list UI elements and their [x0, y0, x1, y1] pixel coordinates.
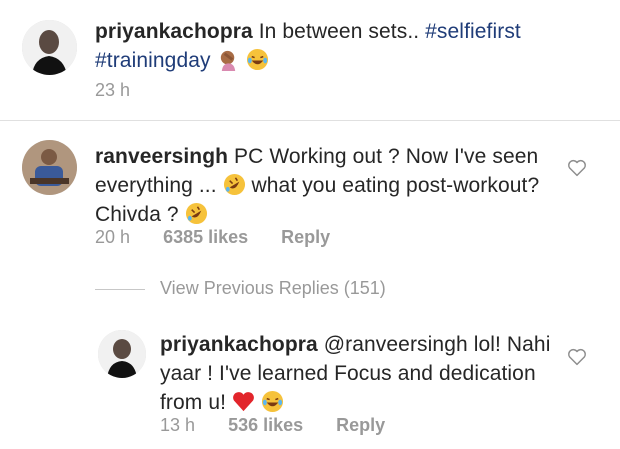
comment-body: ranveersingh PC Working out ? Now I've s… — [95, 142, 565, 229]
avatar[interactable] — [98, 330, 146, 378]
comment-text: Chivda ? — [95, 203, 179, 226]
reply-meta: 13 h 536 likes Reply — [160, 415, 560, 436]
comment-text: what you eating post-workout? — [251, 174, 540, 197]
rofl-emoji-icon — [223, 173, 245, 196]
facepalm-emoji-icon — [220, 50, 235, 71]
reply-username[interactable]: priyankachopra — [160, 333, 318, 356]
hashtag-trainingday[interactable]: #trainingday — [95, 49, 211, 72]
view-previous-replies-button[interactable]: View Previous Replies (151) — [160, 278, 386, 299]
laughing-emoji-icon — [246, 48, 268, 71]
heart-emoji-icon — [233, 392, 254, 412]
like-heart-icon[interactable] — [566, 157, 588, 179]
comment-text: everything ... — [95, 174, 217, 197]
hashtag-selfiefirst[interactable]: #selfiefirst — [425, 20, 521, 43]
reply-body: priyankachopra @ranveersingh lol! Nahi y… — [160, 330, 565, 417]
rofl-emoji-icon — [185, 202, 207, 225]
reply-reply-button[interactable]: Reply — [336, 415, 385, 435]
comment-likes[interactable]: 6385 likes — [163, 227, 248, 247]
reply-likes[interactable]: 536 likes — [228, 415, 303, 435]
replies-divider — [95, 289, 145, 290]
avatar[interactable] — [22, 140, 77, 195]
reply-text: lol! Nahi — [473, 333, 551, 356]
avatar[interactable] — [22, 20, 77, 75]
reply-time: 13 h — [160, 415, 196, 435]
reply-text: yaar ! I've learned Focus and dedication — [160, 362, 536, 385]
divider — [0, 120, 620, 121]
comment-username[interactable]: ranveersingh — [95, 145, 228, 168]
reply-mention[interactable]: @ranveersingh — [324, 333, 468, 356]
reply-text: from u! — [160, 391, 227, 414]
caption-text: In between sets.. — [258, 20, 426, 43]
post-caption: priyankachopra In between sets.. #selfie… — [95, 17, 600, 75]
laughing-emoji-icon — [261, 390, 283, 413]
post-username[interactable]: priyankachopra — [95, 20, 253, 43]
post-time: 23 h — [95, 80, 131, 100]
comment-reply-button[interactable]: Reply — [281, 227, 330, 247]
comment-text: PC Working out ? Now I've seen — [234, 145, 539, 168]
comment-meta: 20 h 6385 likes Reply — [95, 227, 495, 248]
comment-time: 20 h — [95, 227, 131, 247]
like-heart-icon[interactable] — [566, 346, 588, 368]
